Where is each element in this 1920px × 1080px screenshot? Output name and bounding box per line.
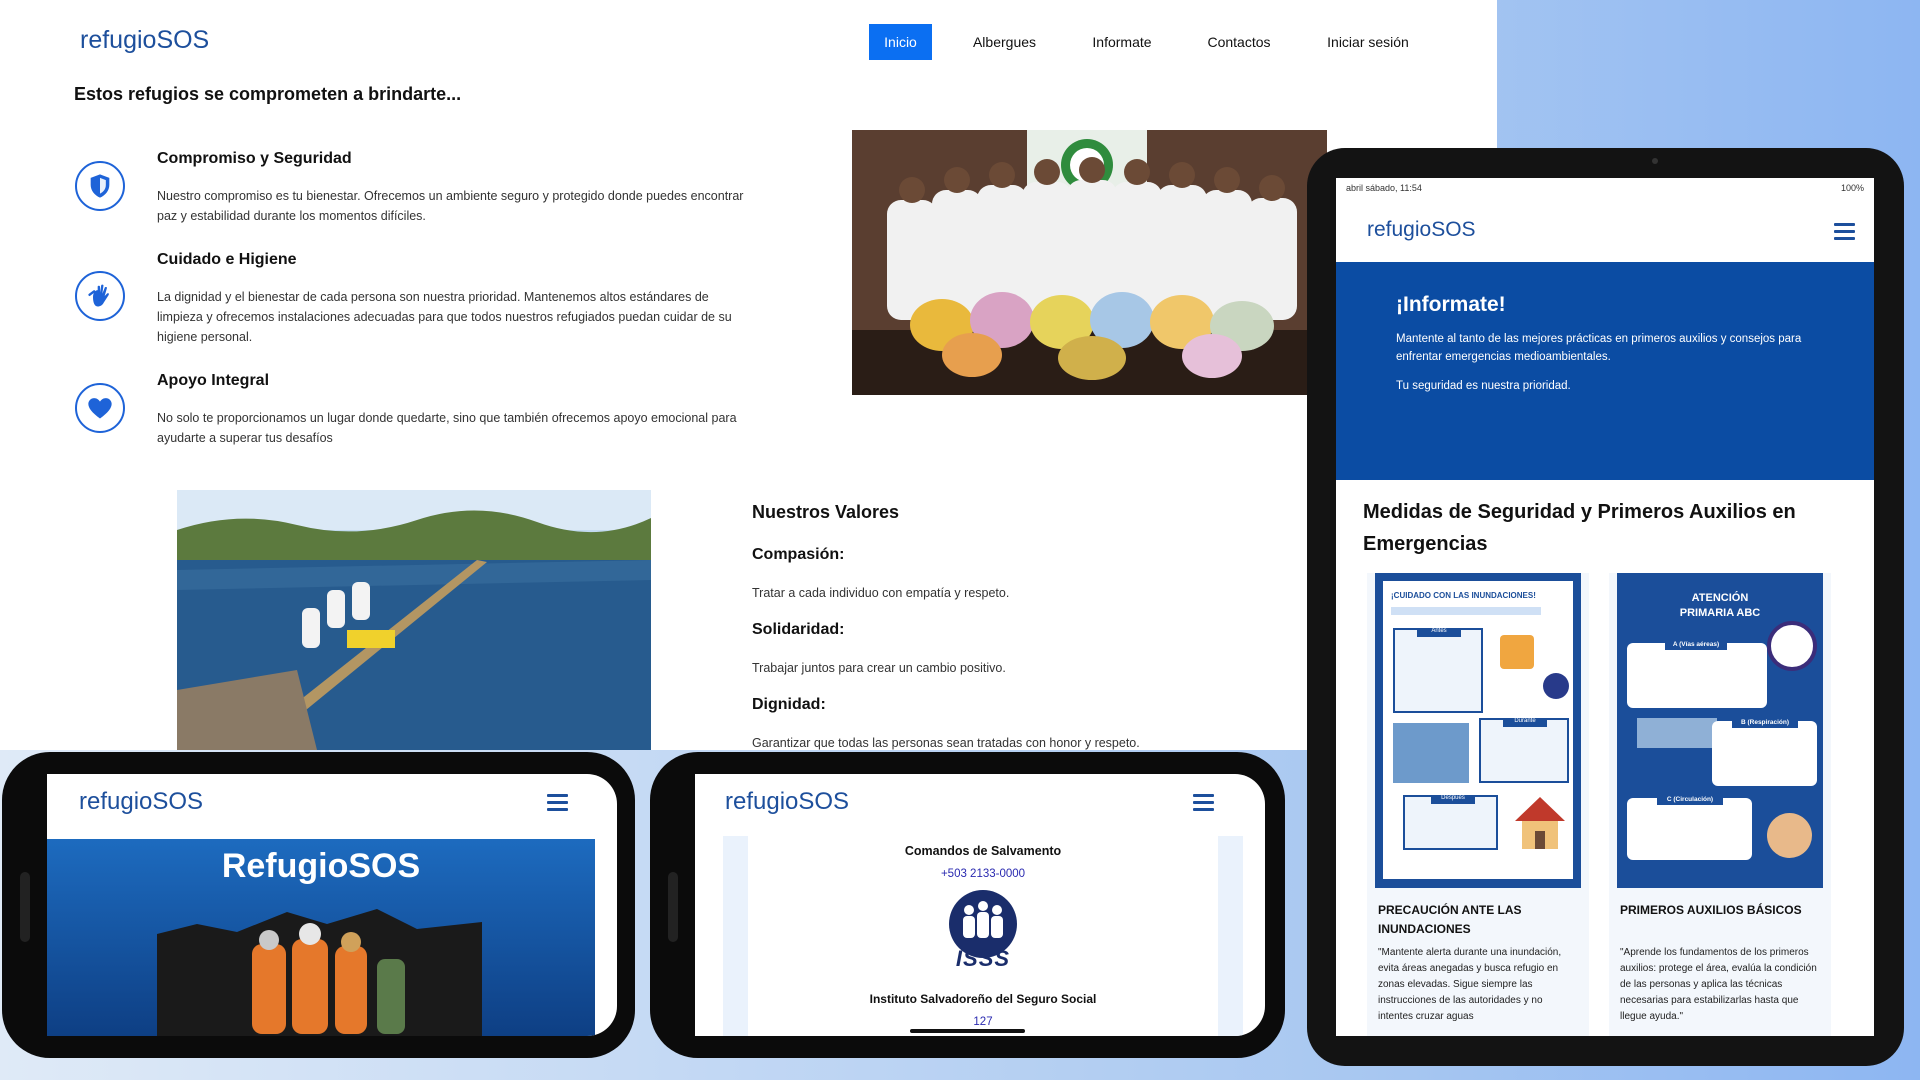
card-title-primeros-auxilios: PRIMEROS AUXILIOS BÁSICOS <box>1620 903 1802 917</box>
flood-poster-title: ¡CUIDADO CON LAS INUNDACIONES! <box>1391 591 1536 600</box>
tablet-camera <box>1652 158 1658 164</box>
volunteers-photo <box>852 130 1327 395</box>
phone2-screen: refugioSOS Comandos de Salvamento +503 2… <box>695 774 1265 1036</box>
values-heading: Nuestros Valores <box>752 502 900 522</box>
contact-phone[interactable]: +503 2133-0000 <box>748 868 1218 880</box>
home-indicator[interactable] <box>910 1029 1025 1033</box>
nav-albergues[interactable]: Albergues <box>962 24 1047 60</box>
informate-hero: ¡Informate! Mantente al tanto de las mej… <box>1336 262 1874 480</box>
status-battery: 100% <box>1840 183 1864 193</box>
feature-desc-higiene: La dignidad y el bienestar de cada perso… <box>157 290 732 344</box>
river-crossing-photo <box>177 490 651 750</box>
hero-paragraph: Mantente al tanto de las mejores práctic… <box>1396 333 1802 363</box>
flood-during-label: Durante <box>1503 718 1547 727</box>
phone-landscape-1: refugioSOS RefugioSOS <box>2 752 635 1058</box>
abc-label-a: A (Vías aéreas) <box>1665 639 1727 650</box>
abc-label-c: C (Circulación) <box>1657 794 1723 805</box>
phone2-brand-logo[interactable]: refugioSOS <box>725 788 849 816</box>
phone1-notch <box>20 872 30 942</box>
phone2-notch <box>668 872 678 942</box>
flood-poster: ¡CUIDADO CON LAS INUNDACIONES! Antes Dur… <box>1375 573 1581 888</box>
value-desc-dignidad: Garantizar que todas las personas sean t… <box>752 736 1140 750</box>
feature-title-higiene: Cuidado e Higiene <box>157 251 297 268</box>
value-title-dignidad: Dignidad: <box>752 696 826 713</box>
phone1-screen: refugioSOS RefugioSOS <box>47 774 617 1036</box>
value-desc-compasion: Tratar a cada individuo con empatía y re… <box>752 586 1010 600</box>
value-desc-solidaridad: Trabajar juntos para crear un cambio pos… <box>752 661 1006 675</box>
nav-iniciar-sesion[interactable]: Iniciar sesión <box>1318 24 1418 60</box>
house-icon <box>1515 797 1565 849</box>
desktop-screen: refugioSOS Inicio Albergues Informate Co… <box>0 0 1497 750</box>
tablet-screen: abril sábado, 11:54 100% refugioSOS ¡Inf… <box>1336 178 1874 1036</box>
nav-inicio[interactable]: Inicio <box>869 24 932 60</box>
abc-poster: ATENCIÓN PRIMARIA ABC A (Vías aéreas) B … <box>1617 573 1823 888</box>
phone1-hero: RefugioSOS <box>47 839 595 1036</box>
abc-poster-title: ATENCIÓN PRIMARIA ABC <box>1679 592 1761 619</box>
hands-icon <box>75 271 125 321</box>
flood-before-label: Antes <box>1417 628 1461 637</box>
card-primeros-auxilios[interactable]: ATENCIÓN PRIMARIA ABC A (Vías aéreas) B … <box>1609 573 1831 1036</box>
status-time: abril sábado, 11:54 <box>1346 183 1422 193</box>
feature-desc-apoyo: No solo te proporcionamos un lugar donde… <box>157 411 737 445</box>
brand-logo[interactable]: refugioSOS <box>80 26 209 55</box>
contact-card: Comandos de Salvamento +503 2133-0000 IS… <box>748 836 1218 1036</box>
shield-icon <box>75 161 125 211</box>
card-desc-primeros-auxilios: "Aprende los fundamentos de los primeros… <box>1620 947 1817 1022</box>
hero-title: ¡Informate! <box>1396 293 1506 316</box>
commitments-heading: Estos refugios se comprometen a brindart… <box>74 84 462 104</box>
org-name: Instituto Salvadoreño del Seguro Social <box>869 992 1097 1006</box>
card-title-inundaciones: PRECAUCIÓN ANTE LAS INUNDACIONES <box>1378 903 1522 936</box>
contacts-panel: Comandos de Salvamento +503 2133-0000 IS… <box>723 836 1243 1036</box>
tablet-status-bar: abril sábado, 11:54 100% <box>1336 178 1874 198</box>
feature-title-seguridad: Compromiso y Seguridad <box>157 150 352 167</box>
flood-after-label: Después <box>1431 795 1475 804</box>
hamburger-menu-icon[interactable] <box>547 794 568 811</box>
feature-title-apoyo: Apoyo Integral <box>157 372 270 389</box>
card-inundaciones[interactable]: ¡CUIDADO CON LAS INUNDACIONES! Antes Dur… <box>1367 573 1589 1036</box>
nav-informate[interactable]: Informate <box>1082 24 1162 60</box>
value-title-solidaridad: Solidaridad: <box>752 621 845 638</box>
abc-label-b: B (Respiración) <box>1732 717 1798 728</box>
rescue-photo <box>157 909 482 1036</box>
nav-contactos[interactable]: Contactos <box>1197 24 1281 60</box>
phone-landscape-2: refugioSOS Comandos de Salvamento +503 2… <box>650 752 1285 1058</box>
contact-name: Comandos de Salvamento <box>904 844 1062 858</box>
hero-priority: Tu seguridad es nuestra prioridad. <box>1396 380 1571 392</box>
hamburger-menu-icon[interactable] <box>1834 223 1855 240</box>
heart-icon <box>75 383 125 433</box>
hamburger-menu-icon[interactable] <box>1193 794 1214 811</box>
card-desc-inundaciones: "Mantente alerta durante una inundación,… <box>1378 947 1562 1022</box>
phone1-brand-logo[interactable]: refugioSOS <box>79 788 203 816</box>
org-phone[interactable]: 127 <box>748 1016 1218 1028</box>
feature-desc-seguridad: Nuestro compromiso es tu bienestar. Ofre… <box>157 189 744 223</box>
value-title-compasion: Compasión: <box>752 546 845 563</box>
isss-logo-text: ISSS <box>955 946 1011 971</box>
section-title: Medidas de Seguridad y Primeros Auxilios… <box>1363 501 1796 555</box>
phone1-hero-title: RefugioSOS <box>221 847 421 885</box>
tablet-brand-logo[interactable]: refugioSOS <box>1367 218 1476 242</box>
tablet-device: abril sábado, 11:54 100% refugioSOS ¡Inf… <box>1307 148 1904 1066</box>
